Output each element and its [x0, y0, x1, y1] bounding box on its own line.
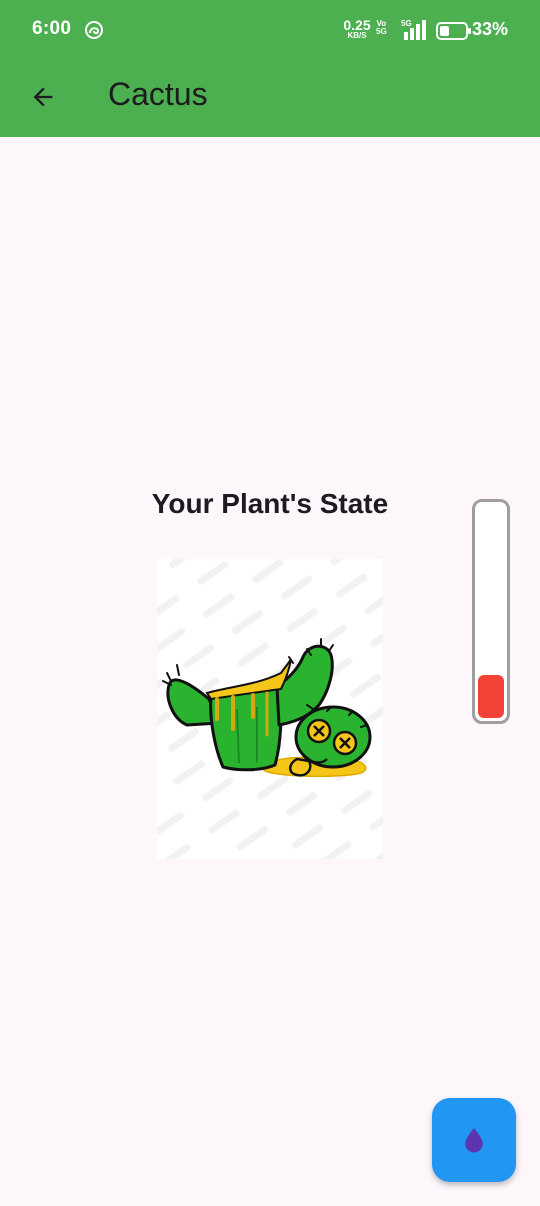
- plant-state-image: [157, 559, 383, 859]
- signal-icon: 5G: [401, 19, 426, 40]
- network-speed-unit: KB/S: [347, 31, 367, 40]
- water-button[interactable]: [432, 1098, 516, 1182]
- notification-app-icon: [85, 21, 103, 39]
- volte-bottom: 5G: [376, 27, 387, 37]
- water-level-gauge: [472, 499, 510, 724]
- battery-percentage: 33%: [472, 19, 509, 39]
- network-speed-value: 0.25: [343, 17, 371, 33]
- network-label: 5G: [401, 19, 412, 28]
- status-time: 6:00: [32, 18, 72, 39]
- toolbar: Cactus: [0, 62, 540, 137]
- dead-cactus-illustration: [157, 559, 383, 859]
- volte-indicator: Vo 5G: [376, 19, 387, 37]
- app-bar: 6:00 0.25 KB/S Vo 5G 5G 33% Cactus: [0, 0, 540, 137]
- battery-icon: [436, 22, 471, 40]
- arrow-left-icon: [33, 87, 53, 107]
- water-drop-icon: [465, 1128, 483, 1153]
- page-title: Cactus: [108, 76, 208, 112]
- network-speed: 0.25 KB/S: [340, 18, 374, 40]
- water-level-fill: [478, 675, 504, 718]
- plant-state-heading: Your Plant's State: [151, 488, 389, 519]
- status-bar: 6:00 0.25 KB/S Vo 5G 5G 33%: [0, 0, 540, 62]
- back-button[interactable]: [20, 74, 66, 120]
